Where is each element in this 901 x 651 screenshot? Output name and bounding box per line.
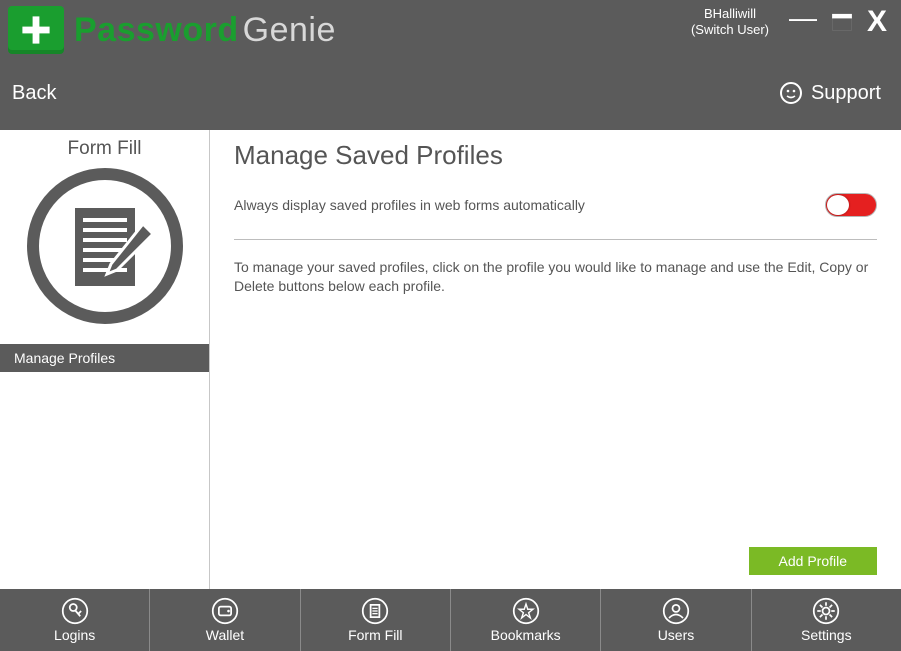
- support-label: Support: [811, 82, 881, 105]
- key-icon: [61, 597, 89, 625]
- sidebar-item-label: Manage Profiles: [14, 350, 115, 366]
- nav-settings[interactable]: Settings: [752, 589, 901, 651]
- add-profile-button[interactable]: Add Profile: [749, 547, 877, 575]
- nav-users[interactable]: Users: [601, 589, 751, 651]
- nav-bookmarks[interactable]: Bookmarks: [451, 589, 601, 651]
- nav-wallet[interactable]: Wallet: [150, 589, 300, 651]
- auto-display-toggle[interactable]: [825, 193, 877, 217]
- gear-icon: [812, 597, 840, 625]
- brand-light: Genie: [243, 11, 336, 49]
- close-button[interactable]: X: [867, 7, 887, 37]
- nav-logins[interactable]: Logins: [0, 589, 150, 651]
- form-fill-icon: [25, 166, 185, 326]
- toggle-label: Always display saved profiles in web for…: [234, 197, 585, 213]
- bottom-nav: Logins Wallet Form Fill Bookmarks Users …: [0, 589, 901, 651]
- nav-label: Bookmarks: [491, 627, 561, 643]
- user-icon: [662, 597, 690, 625]
- divider: [234, 239, 877, 240]
- support-button[interactable]: Support: [779, 81, 881, 105]
- page-heading: Manage Saved Profiles: [234, 140, 877, 171]
- minimize-button[interactable]: —: [789, 2, 817, 34]
- sidebar: Form Fill Manage Profiles: [0, 130, 210, 589]
- nav-label: Settings: [801, 627, 852, 643]
- nav-form-fill[interactable]: Form Fill: [301, 589, 451, 651]
- maximize-button[interactable]: [831, 13, 853, 31]
- sidebar-item-manage-profiles[interactable]: Manage Profiles: [0, 344, 209, 372]
- sidebar-title: Form Fill: [68, 138, 142, 160]
- toggle-knob: [827, 195, 849, 215]
- form-icon: [361, 597, 389, 625]
- support-icon: [779, 81, 803, 105]
- header-bar: Back Support: [0, 64, 901, 130]
- content-area: Manage Saved Profiles Always display sav…: [210, 130, 901, 589]
- user-name: BHalliwill: [691, 6, 769, 22]
- app-logo: PasswordGenie: [8, 6, 336, 54]
- back-button[interactable]: Back: [12, 82, 56, 105]
- star-icon: [512, 597, 540, 625]
- brand-bold: Password: [74, 11, 239, 49]
- toggle-row: Always display saved profiles in web for…: [234, 193, 877, 217]
- main-area: Form Fill Manage Profiles Manage Saved P…: [0, 130, 901, 589]
- user-block[interactable]: BHalliwill (Switch User): [691, 6, 769, 37]
- nav-label: Form Fill: [348, 627, 402, 643]
- wallet-icon: [211, 597, 239, 625]
- app-title: PasswordGenie: [74, 11, 336, 50]
- nav-label: Logins: [54, 627, 95, 643]
- description-text: To manage your saved profiles, click on …: [234, 258, 877, 296]
- title-bar: PasswordGenie BHalliwill (Switch User) —…: [0, 0, 901, 64]
- nav-label: Users: [658, 627, 695, 643]
- plus-icon: [8, 6, 64, 54]
- nav-label: Wallet: [206, 627, 244, 643]
- switch-user-link[interactable]: (Switch User): [691, 22, 769, 38]
